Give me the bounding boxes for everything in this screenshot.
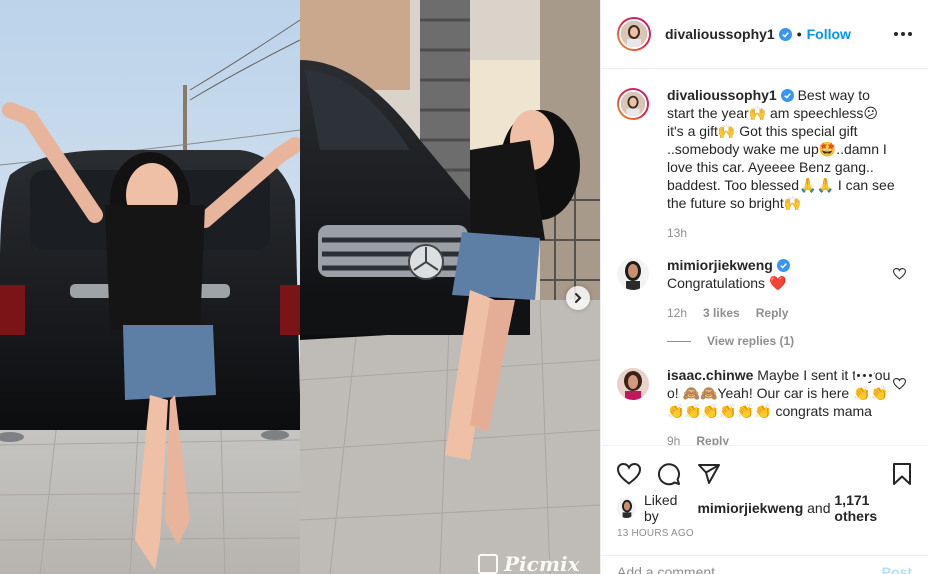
post-actions: Liked by mimiorjiekweng and 1,171 others… — [601, 445, 928, 539]
view-replies-label: View replies (1) — [707, 334, 795, 348]
comment-likes[interactable]: 3 likes — [703, 304, 740, 322]
comment-like-heart-icon[interactable] — [893, 268, 906, 280]
comment-more-options-icon[interactable] — [855, 370, 874, 381]
author-username[interactable]: divalioussophy1 — [665, 26, 775, 42]
heart-outline-icon — [617, 463, 641, 485]
caption-item: divalioussophy1 Best way to start the ye… — [617, 86, 912, 242]
post-comment-button[interactable]: Post — [882, 564, 912, 574]
caption-text: Best way to start the year🙌 am speechles… — [667, 87, 895, 211]
header-dot-separator: • — [796, 26, 802, 42]
photo-illustration — [0, 0, 600, 574]
view-replies-button[interactable]: View replies (1) — [667, 332, 897, 350]
caption-time[interactable]: 13h — [667, 224, 687, 242]
post-photo[interactable]: Picmix — [0, 0, 600, 574]
caption-body: divalioussophy1 Best way to start the ye… — [667, 86, 897, 242]
author-avatar[interactable] — [617, 17, 651, 51]
liker-avatar-image — [617, 498, 636, 518]
add-comment-input[interactable] — [617, 564, 882, 574]
caption-avatar-image — [621, 92, 645, 116]
post-side-panel: divalioussophy1 • Follow divalioussophy1… — [600, 0, 928, 574]
action-bar — [617, 454, 912, 494]
verified-icon — [776, 259, 790, 272]
comments-list[interactable]: divalioussophy1 Best way to start the ye… — [601, 70, 928, 445]
likes-prefix: Liked by — [644, 492, 678, 524]
caption-meta: 13h — [667, 224, 897, 242]
commenter-avatar[interactable] — [617, 368, 649, 400]
comment-username[interactable]: mimiorjiekweng — [667, 257, 773, 273]
comment-meta: 12h 3 likes Reply — [667, 304, 897, 322]
comment-username[interactable]: isaac.chinwe — [667, 367, 753, 383]
follow-button[interactable]: Follow — [807, 26, 851, 42]
like-button[interactable] — [617, 463, 641, 485]
comment-meta: 9h Reply — [667, 432, 897, 445]
share-button[interactable] — [697, 462, 721, 486]
caption-username[interactable]: divalioussophy1 — [667, 87, 777, 103]
likes-others[interactable]: 1,171 others — [834, 492, 912, 524]
comment-reply-button[interactable]: Reply — [696, 432, 729, 445]
verified-icon — [778, 27, 792, 41]
add-comment-bar: Post — [601, 555, 928, 574]
likes-user[interactable]: mimiorjiekweng — [697, 500, 803, 516]
comment-body: mimiorjiekweng Congratulations ❤️ 12h 3 … — [667, 256, 897, 350]
comment-icon — [658, 463, 680, 486]
verified-icon — [780, 89, 794, 102]
more-options-icon[interactable] — [894, 26, 912, 42]
comment-button[interactable] — [657, 462, 681, 486]
comment-text: Congratulations ❤️ — [667, 275, 787, 291]
save-button[interactable] — [892, 462, 912, 486]
post-timestamp[interactable]: 13 HOURS AGO — [617, 528, 912, 539]
view-replies-line — [667, 340, 691, 342]
comment-like-heart-icon[interactable] — [893, 378, 906, 390]
commenter-avatar-image — [617, 368, 649, 400]
commenter-avatar[interactable] — [617, 258, 649, 290]
carousel-next-button[interactable] — [566, 286, 590, 310]
likes-joiner: and — [807, 500, 831, 516]
comment-item: mimiorjiekweng Congratulations ❤️ 12h 3 … — [617, 256, 912, 350]
watermark-logo-icon — [478, 554, 498, 574]
likes-summary: Liked by mimiorjiekweng and 1,171 others — [617, 492, 912, 524]
comment-item: isaac.chinwe Maybe I sent it to you o! 🙈… — [617, 366, 912, 445]
comment-time[interactable]: 9h — [667, 432, 680, 445]
author-avatar-image — [621, 21, 647, 47]
post-header: divalioussophy1 • Follow — [601, 0, 928, 69]
comment-time[interactable]: 12h — [667, 304, 687, 322]
commenter-avatar-image — [617, 258, 649, 290]
watermark-text: Picmix — [504, 552, 580, 574]
bookmark-icon — [893, 463, 911, 485]
share-icon — [698, 464, 720, 484]
caption-avatar[interactable] — [617, 88, 649, 120]
comment-reply-button[interactable]: Reply — [756, 304, 789, 322]
photo-watermark: Picmix — [478, 552, 580, 574]
chevron-right-icon — [575, 293, 582, 303]
author-info: divalioussophy1 • Follow — [665, 26, 851, 42]
liker-avatar[interactable] — [617, 498, 636, 518]
